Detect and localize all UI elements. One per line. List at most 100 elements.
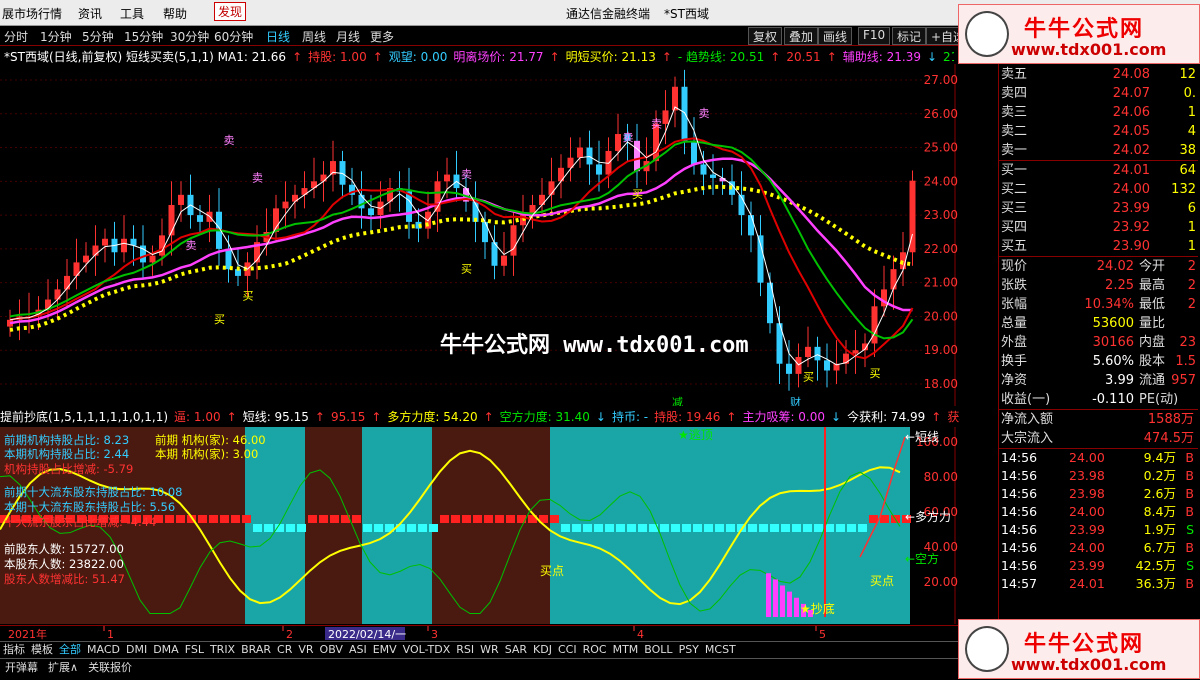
price-tick: 23.00 bbox=[924, 208, 958, 222]
tab-RSI[interactable]: RSI bbox=[453, 642, 477, 657]
tab-MACD[interactable]: MACD bbox=[84, 642, 123, 657]
bid-3-value: 23.92 bbox=[1112, 220, 1150, 235]
candle-body bbox=[501, 255, 507, 266]
tab-VOL-TDX[interactable]: VOL-TDX bbox=[400, 642, 454, 657]
tab-CCI[interactable]: CCI bbox=[555, 642, 580, 657]
period-5[interactable]: 60分钟 bbox=[214, 28, 253, 45]
period-7[interactable]: 周线 bbox=[302, 28, 326, 45]
period-toolbar: 分时 1分钟 5分钟 15分钟 30分钟 60分钟 日线 周线 月线 更多 复权 叠加 画线 F10 标记 +… bbox=[0, 26, 971, 46]
candle-body bbox=[824, 360, 830, 371]
signal-block bbox=[484, 515, 493, 523]
stat-label: 张幅 bbox=[1001, 297, 1028, 312]
menu-discover[interactable]: 发现 bbox=[214, 2, 247, 21]
candle-body bbox=[121, 238, 127, 253]
candle-body bbox=[64, 275, 70, 290]
tab-SAR[interactable]: SAR bbox=[502, 642, 530, 657]
tab-MTM[interactable]: MTM bbox=[610, 642, 642, 657]
signal-block bbox=[220, 515, 229, 523]
tab-CR[interactable]: CR bbox=[274, 642, 295, 657]
tab-MCST[interactable]: MCST bbox=[702, 642, 739, 657]
tab-FSL[interactable]: FSL bbox=[182, 642, 207, 657]
candle-body bbox=[691, 140, 697, 165]
signal-block bbox=[308, 515, 317, 523]
signal-block bbox=[594, 524, 603, 532]
flow-row-0: 净流入额 1588万 bbox=[999, 410, 1198, 429]
toolbar-btn-0[interactable]: 复权 bbox=[748, 27, 783, 45]
candle-body bbox=[615, 134, 621, 151]
period-3[interactable]: 15分钟 bbox=[124, 28, 163, 45]
stat-label: 净资 bbox=[1001, 373, 1028, 388]
menu-help[interactable]: 帮助 bbox=[163, 5, 187, 22]
tick-volume: 1.9万 bbox=[1143, 522, 1176, 537]
menu-tools[interactable]: 工具 bbox=[120, 5, 144, 22]
period-6[interactable]: 日线 bbox=[266, 28, 290, 45]
tab-PSY[interactable]: PSY bbox=[676, 642, 702, 657]
signal-block bbox=[297, 524, 306, 532]
tab-WR[interactable]: WR bbox=[477, 642, 502, 657]
ask-0: 卖五 24.08 12 bbox=[999, 65, 1198, 84]
tab-EMV[interactable]: EMV bbox=[370, 642, 400, 657]
tab-lead-0[interactable]: 指标 bbox=[0, 642, 28, 657]
short-line-label: ←短线 bbox=[905, 430, 939, 444]
ask-1: 卖四 24.07 0. bbox=[999, 84, 1198, 103]
toolbar-btn-1[interactable]: 叠加 bbox=[784, 27, 819, 45]
bottom-btn-0[interactable]: 开弹幕 bbox=[0, 659, 43, 676]
tab-OBV[interactable]: OBV bbox=[317, 642, 346, 657]
period-1[interactable]: 1分钟 bbox=[40, 28, 72, 45]
toolbar-btn-2[interactable]: 画线 bbox=[818, 27, 853, 45]
info-item-5: 明离场价: 21.77 bbox=[453, 50, 544, 64]
toolbar-btn-4[interactable]: 标记 bbox=[892, 27, 927, 45]
tick-row: 14:56 24.00 8.4万 B bbox=[999, 503, 1198, 521]
tick-row: 14:56 23.98 0.2万 B bbox=[999, 467, 1198, 485]
tick-side: S bbox=[1186, 558, 1194, 573]
period-4[interactable]: 30分钟 bbox=[170, 28, 209, 45]
signal-block bbox=[253, 524, 262, 532]
tab-BRAR[interactable]: BRAR bbox=[238, 642, 274, 657]
tab-DMI[interactable]: DMI bbox=[123, 642, 150, 657]
shareholder-stat-10: 股东人数增减比: 51.47 bbox=[4, 572, 125, 586]
ask-0-volume: 12 bbox=[1179, 67, 1196, 82]
period-0[interactable]: 分时 bbox=[4, 28, 28, 45]
signal-block bbox=[572, 524, 581, 532]
tab-ROC[interactable]: ROC bbox=[580, 642, 610, 657]
period-9[interactable]: 更多 bbox=[370, 28, 394, 45]
sub-indicator-values: 提前抄底(1,5,1,1,1,1,1,0,1,1) 逼: 1.00 ↑ 短线: 95.… bbox=[0, 408, 960, 425]
candle-body bbox=[130, 238, 137, 246]
accumulation-bar bbox=[780, 585, 785, 617]
signal-block bbox=[858, 524, 867, 532]
buy-signal-label: 买 bbox=[461, 263, 472, 276]
stock-title: *ST西域 bbox=[664, 7, 709, 21]
buy-point-label-2: 买点 bbox=[870, 574, 894, 588]
period-2[interactable]: 5分钟 bbox=[82, 28, 114, 45]
tab-lead-1[interactable]: 模板 bbox=[28, 642, 56, 657]
dip-label: ★抄底 bbox=[800, 601, 835, 616]
ask-4: 卖一 24.02 38 bbox=[999, 141, 1198, 160]
ask-2-value: 24.06 bbox=[1112, 105, 1150, 120]
tab-DMA[interactable]: DMA bbox=[150, 642, 182, 657]
buy-signal-label: 买 bbox=[214, 313, 225, 326]
watermark-top: 牛牛公式网 www.tdx001.com bbox=[958, 4, 1200, 64]
bottom-btn-2[interactable]: 关联报价 bbox=[83, 659, 137, 676]
signal-block bbox=[583, 524, 592, 532]
tab-全部[interactable]: 全部 bbox=[56, 642, 84, 657]
tab-BOLL[interactable]: BOLL bbox=[641, 642, 675, 657]
toolbar-btn-3[interactable]: F10 bbox=[858, 27, 891, 45]
tick-price: 23.98 bbox=[1069, 468, 1105, 483]
menu-info[interactable]: 资讯 bbox=[78, 5, 102, 22]
tab-VR[interactable]: VR bbox=[295, 642, 316, 657]
tab-TRIX[interactable]: TRIX bbox=[207, 642, 238, 657]
stat-row-4: 外盘 30166 内盘 23 bbox=[999, 333, 1198, 352]
tab-KDJ[interactable]: KDJ bbox=[530, 642, 555, 657]
sub-tick: 80.00 bbox=[924, 470, 958, 484]
stat-value: 2.25 bbox=[1105, 278, 1134, 293]
menu-market[interactable]: 展市场行情 bbox=[2, 5, 62, 22]
period-8[interactable]: 月线 bbox=[336, 28, 360, 45]
candle-body bbox=[757, 235, 764, 283]
watermark-title: 牛牛公式网 bbox=[1024, 632, 1145, 657]
bottom-btn-1[interactable]: 扩展∧ bbox=[43, 659, 83, 676]
stat-row-5: 换手 5.60% 股本 1.5 bbox=[999, 352, 1198, 371]
tab-ASI[interactable]: ASI bbox=[346, 642, 370, 657]
ind-item-8: ↑ bbox=[483, 410, 494, 424]
candle-body bbox=[786, 363, 792, 374]
tick-side: B bbox=[1185, 540, 1194, 555]
